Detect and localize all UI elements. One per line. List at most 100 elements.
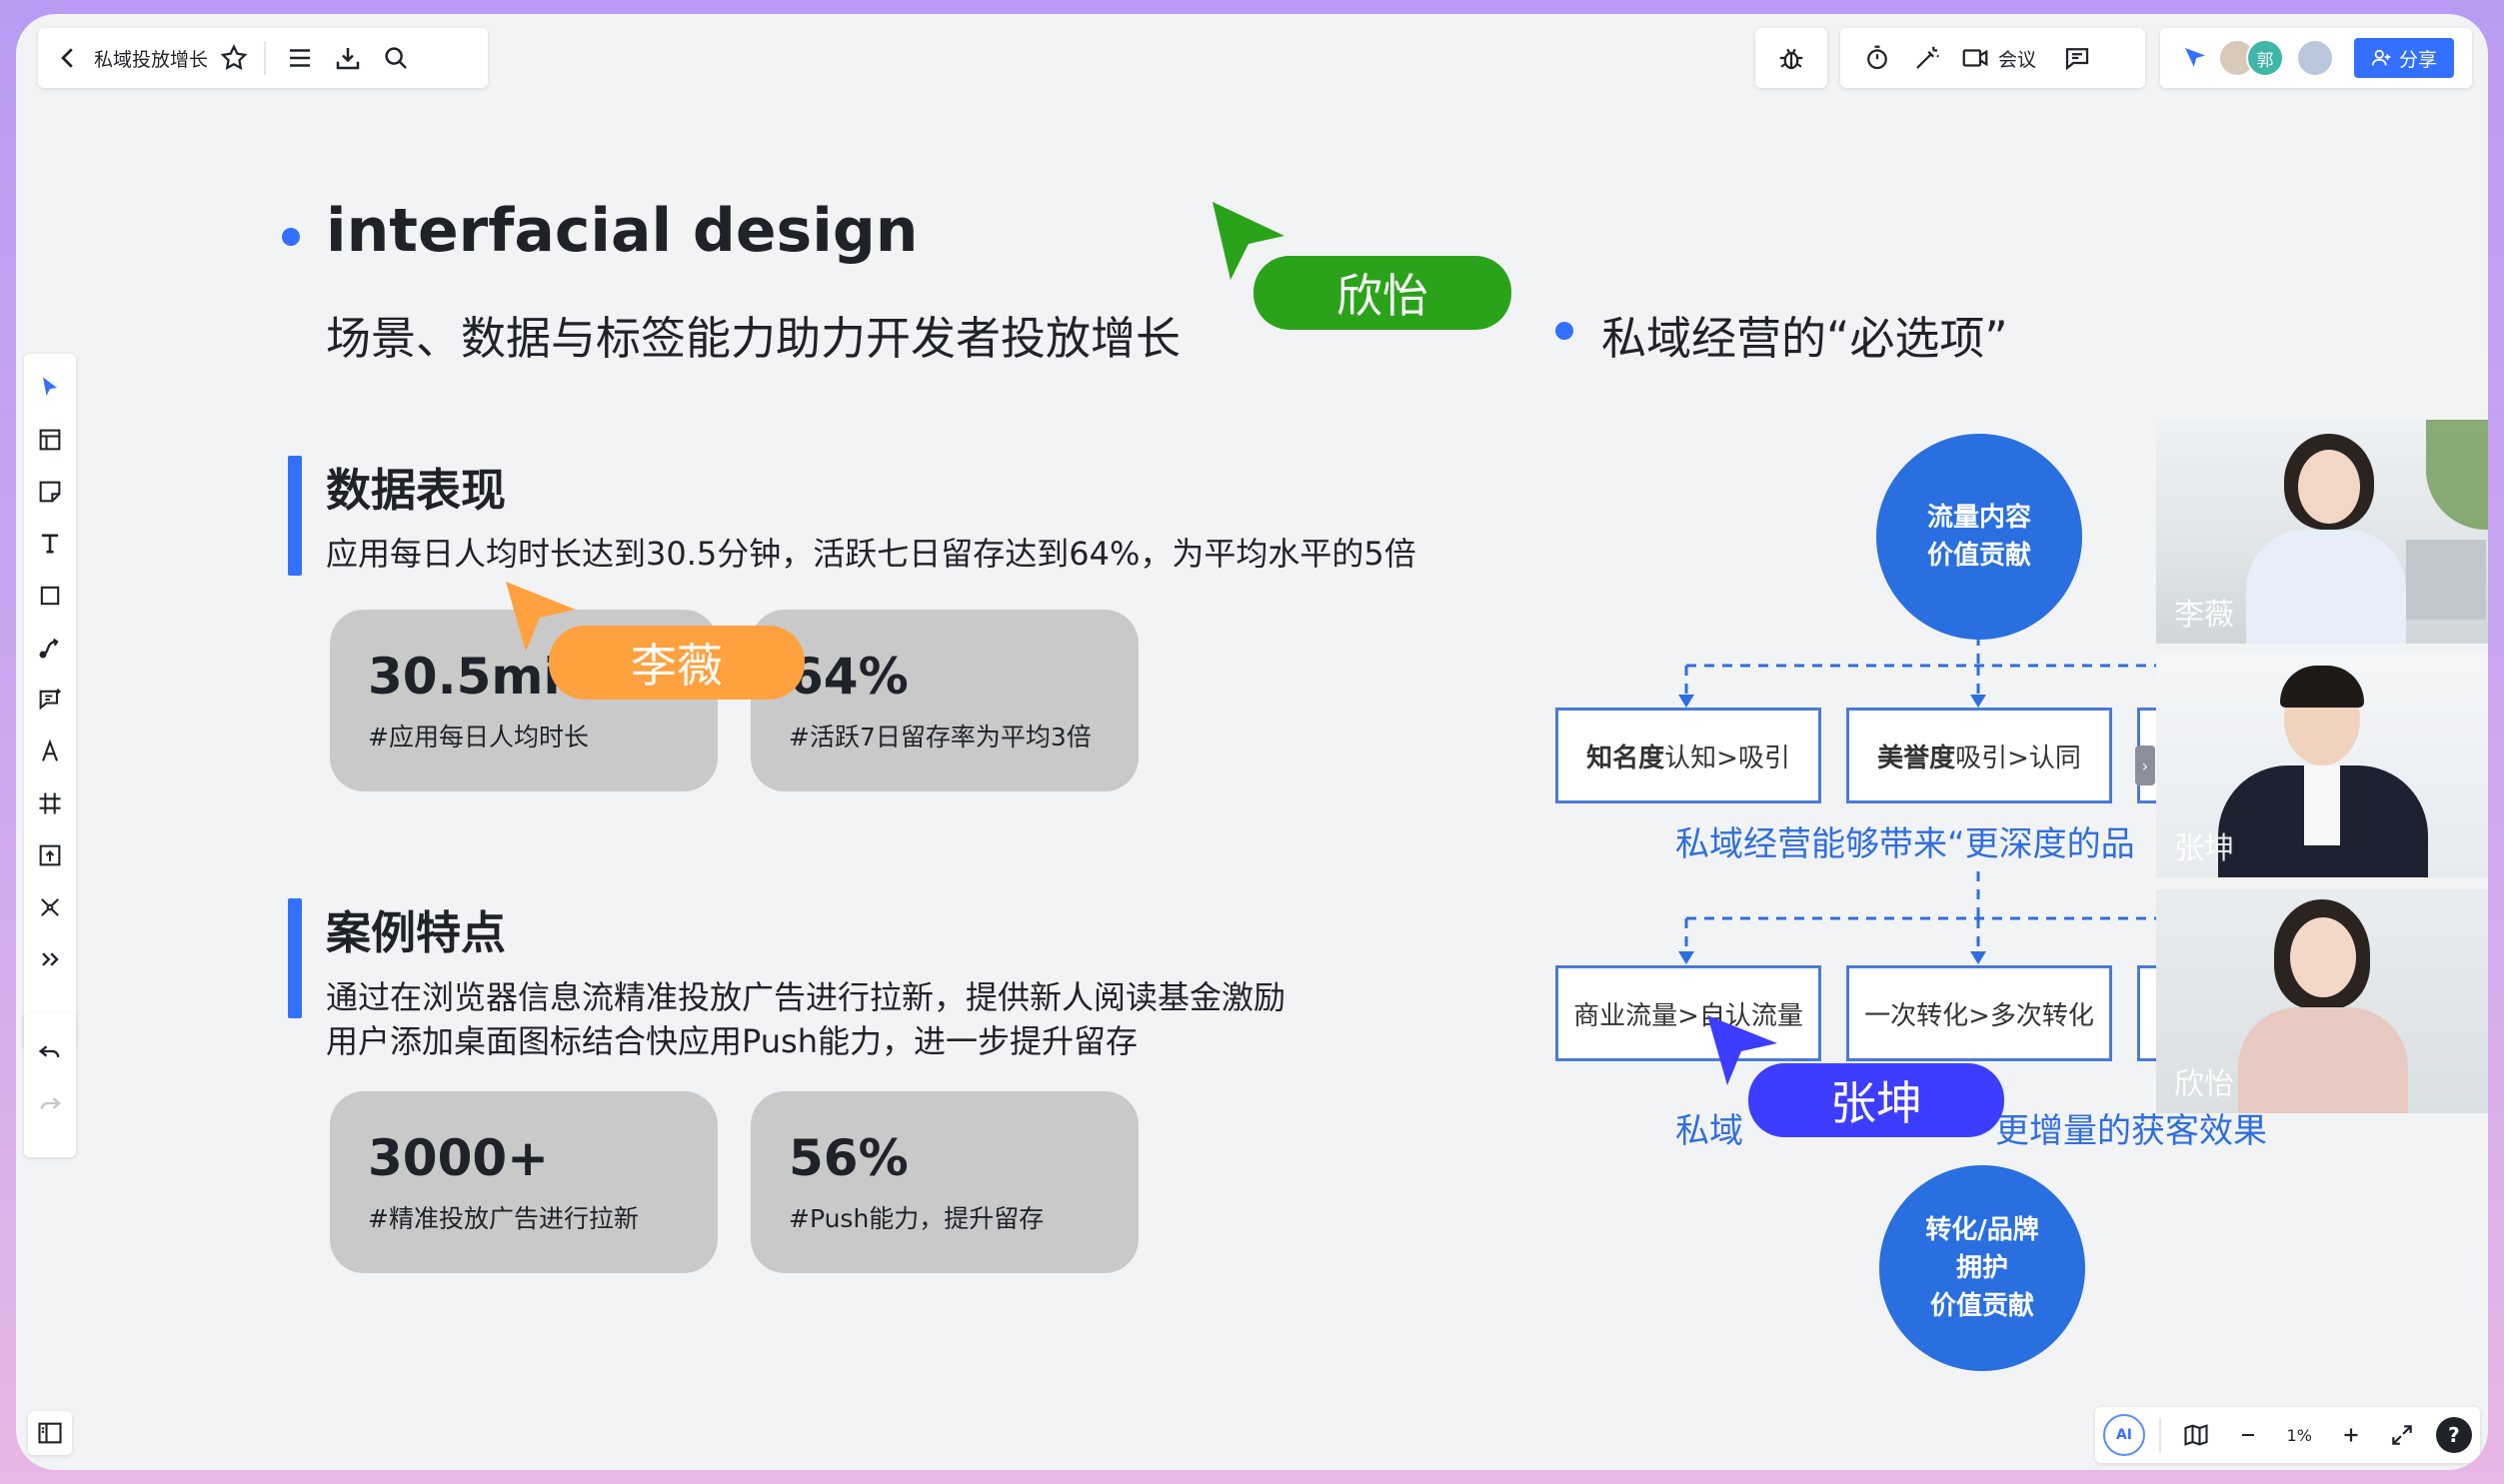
video-participant-name: 欣怡 [2174,1067,2234,1102]
undo-icon[interactable] [24,1025,76,1077]
flow-box-text: 认知>吸引 [1664,742,1790,773]
plant-decor [2426,420,2488,530]
person-hair [2280,666,2364,708]
search-icon[interactable] [372,34,420,82]
sticky-note-tool-icon[interactable] [24,466,76,518]
flow-bottom-circle-line3: 价值贡献 [1929,1291,2034,1321]
toolbar-divider [2158,1418,2161,1452]
video-participant-name: 张坤 [2174,831,2234,866]
stat-value: 64% [789,648,909,706]
avatar[interactable] [2296,39,2334,77]
section2-desc-line2: 用户添加桌面图标结合快应用Push能力，进一步提升留存 [326,1022,1138,1060]
scroll-right-handle[interactable]: › [2135,745,2155,785]
toolbar-divider [264,41,267,75]
share-button[interactable]: 分享 [2354,38,2454,78]
top-left-toolbar: 私域投放增长 [38,28,488,88]
add-user-icon [2371,49,2391,66]
frame-tool-icon[interactable] [24,777,76,829]
video-tile[interactable]: 欣怡 [2156,889,2488,1113]
stat-label: #应用每日人均时长 [368,723,589,751]
plugin-toolbar [1755,28,1827,88]
bullet-dot [1555,322,1573,340]
help-icon[interactable]: ? [2435,1417,2472,1453]
back-icon[interactable] [48,34,88,82]
stat-card: 3000+ #精准投放广告进行拉新 [330,1091,718,1273]
flow-bottom-circle-line2: 拥护 [1955,1253,2008,1283]
cursor-label: 欣怡 [1253,256,1511,330]
flow-top-circle-line1: 流量内容 [1926,503,2031,533]
section1-desc: 应用每日人均时长达到30.5分钟，活跃七日留存达到64%，为平均水平的5倍 [326,535,1416,573]
select-tool-icon[interactable] [24,362,76,414]
video-tile[interactable]: 李薇 [2156,420,2488,644]
flow-caption-left: 私域 [1675,1111,1743,1151]
video-meeting-icon[interactable] [1952,34,1998,82]
flow-top-circle: 流量内容 价值贡献 [1876,434,2082,640]
bug-icon[interactable] [1765,34,1817,82]
template-tool-icon[interactable] [24,414,76,466]
star-icon[interactable] [214,34,254,82]
flow-box-text: 吸引>认同 [1955,742,2081,773]
section2-desc-line1: 通过在浏览器信息流精准投放广告进行拉新，提供新人阅读基金激励 [326,978,1286,1016]
flow-bottom-circle-line1: 转化/品牌 [1925,1215,2039,1245]
stat-card: 56% #Push能力，提升留存 [751,1091,1139,1273]
meeting-label[interactable]: 会议 [1998,45,2036,72]
flow-caption: 私域经营能够带来“更深度的品 [1675,824,2135,864]
avatar-initial[interactable]: 郭 [2246,39,2284,77]
bottom-left-bar [28,1411,72,1455]
mindmap-tool-icon[interactable] [24,881,76,933]
zoom-out-icon[interactable] [2230,1413,2266,1457]
zoom-in-icon[interactable] [2333,1413,2369,1457]
comment-icon[interactable] [2052,34,2102,82]
bottom-right-bar: AI 1% ? [2095,1407,2480,1463]
video-tile[interactable]: 张坤 [2156,654,2488,877]
person-face [2298,450,2360,524]
person-shirt [2304,765,2340,845]
section2-title: 案例特点 [326,906,507,959]
ai-label: AI [2115,1427,2133,1443]
sidebar-toggle-icon[interactable] [36,1419,64,1447]
upload-tool-icon[interactable] [24,829,76,881]
person-face [2290,917,2356,997]
zoom-level[interactable]: 1% [2277,1426,2321,1445]
meeting-toolbar: 会议 [1840,28,2145,88]
flow-top-circle-line2: 价值贡献 [1926,541,2031,571]
flow-box-strong: 美誉度 [1877,742,1956,773]
redo-icon[interactable] [24,1077,76,1129]
shape-tool-icon[interactable] [24,570,76,622]
flow-box-strong: 知名度 [1586,742,1665,773]
ai-assistant-button[interactable]: AI [2103,1414,2145,1456]
collab-toolbar: 郭 分享 [2160,28,2472,88]
slide-heading: interfacial design [326,196,919,266]
left-tool-rail [24,354,76,1049]
comment-tool-icon[interactable] [24,674,76,726]
flow-box-text: 一次转化>多次转化 [1864,1000,2094,1031]
timer-icon[interactable] [1852,34,1902,82]
document-title[interactable]: 私域投放增长 [94,45,208,72]
flow-box: 知名度 认知>吸引 [1555,708,1821,803]
more-tools-icon[interactable] [24,933,76,985]
stat-card: 64% #活跃7日留存率为平均3倍 [751,610,1139,791]
stat-label: #活跃7日留存率为平均3倍 [789,723,1092,751]
history-rail [24,1013,76,1157]
whiteboard-canvas[interactable]: 私域投放增长 会议 郭 分享 interfacial design 场景、数据与… [16,14,2488,1470]
video-participant-name: 李薇 [2174,598,2234,633]
follow-cursor-icon[interactable] [2172,34,2218,82]
fullscreen-icon[interactable] [2380,1413,2424,1457]
bullet-dot [282,228,300,246]
menu-icon[interactable] [276,34,324,82]
section1-title: 数据表现 [326,464,507,517]
stat-value: 56% [789,1129,909,1187]
cursor-label: 李薇 [549,626,805,700]
connector-tool-icon[interactable] [24,622,76,674]
magic-wand-icon[interactable] [1902,34,1952,82]
stat-label: #精准投放广告进行拉新 [368,1204,639,1233]
download-icon[interactable] [324,34,372,82]
map-icon[interactable] [2174,1413,2218,1457]
pen-tool-icon[interactable] [24,726,76,777]
stat-value: 3000+ [368,1129,550,1187]
flow-box: 一次转化>多次转化 [1846,965,2112,1061]
text-tool-icon[interactable] [24,518,76,570]
cursor-label: 张坤 [1748,1063,2004,1137]
person-body [2238,1007,2408,1113]
flow-box: 美誉度 吸引>认同 [1846,708,2112,803]
